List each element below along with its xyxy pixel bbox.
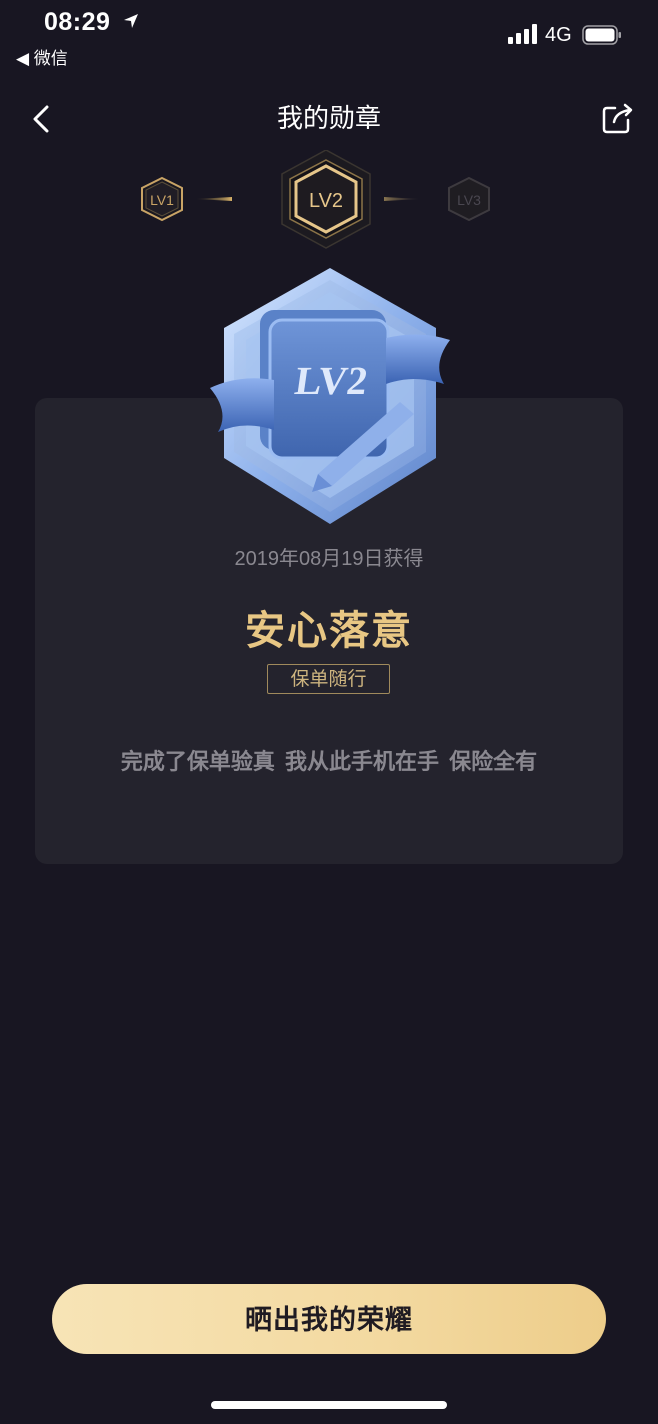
level-connector-1	[196, 197, 232, 201]
page-title: 我的勋章	[276, 103, 381, 133]
location-arrow-icon	[124, 14, 138, 28]
share-glory-button[interactable]: 晒出我的荣耀	[52, 1284, 606, 1354]
level-label-lv2: LV2	[309, 190, 343, 212]
network-type: 4G	[545, 24, 572, 46]
medal-badge-icon: LV2	[210, 268, 450, 524]
level-label-lv3: LV3	[457, 192, 481, 208]
level-connector-2	[384, 197, 420, 201]
level-badge-lv1[interactable]: LV1	[141, 176, 183, 222]
earned-date: 2019年08月19日获得	[234, 548, 424, 570]
battery-icon	[582, 25, 621, 45]
badge-name: 安心落意	[245, 609, 413, 653]
level-label-lv1: LV1	[150, 192, 174, 208]
level-badge-lv2[interactable]: LV2	[281, 150, 371, 249]
medal-label: LV2	[292, 358, 370, 403]
badge-tag: 保单随行	[267, 664, 390, 694]
back-to-app-link[interactable]: ◀ 微信	[16, 44, 68, 69]
cellular-signal-icon	[508, 24, 537, 44]
level-badge-lv3[interactable]: LV3	[448, 176, 490, 222]
status-time: 08:29	[44, 8, 111, 36]
share-icon[interactable]	[600, 100, 636, 136]
badge-description: 完成了保单验真 我从此手机在手 保险全有	[120, 749, 538, 774]
level-progress: LV1 LV2 LV3	[141, 150, 490, 249]
home-indicator	[211, 1401, 447, 1409]
